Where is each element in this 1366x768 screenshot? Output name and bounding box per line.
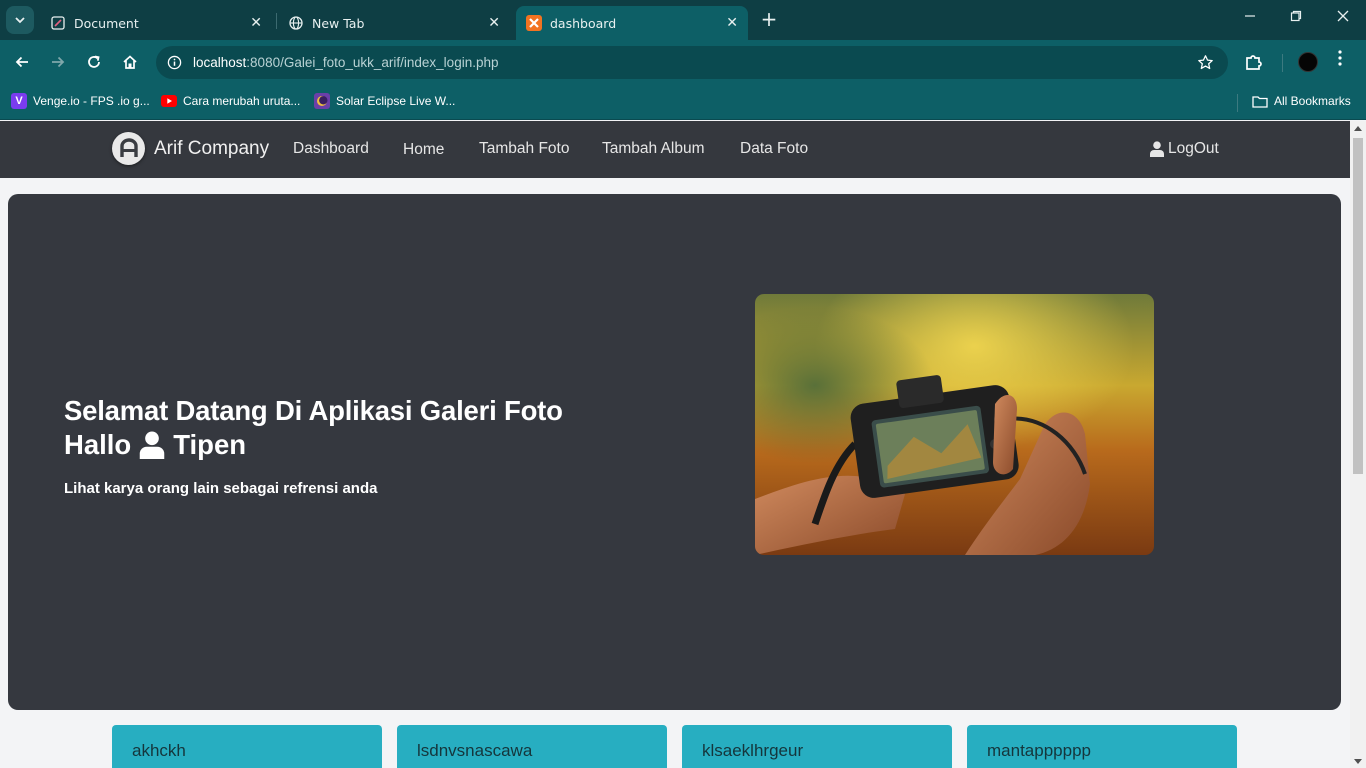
venge-icon: V bbox=[11, 93, 27, 109]
chevron-down-icon bbox=[15, 17, 25, 24]
username: Tipen bbox=[173, 429, 247, 460]
brand[interactable]: Arif Company bbox=[112, 132, 269, 165]
tab-search-button[interactable] bbox=[6, 6, 34, 34]
logout-label: LogOut bbox=[1168, 140, 1219, 157]
document-favicon-icon bbox=[50, 15, 66, 31]
user-icon bbox=[139, 431, 165, 459]
home-icon[interactable] bbox=[120, 52, 140, 72]
tab-title: Document bbox=[74, 15, 139, 31]
back-arrow-icon[interactable] bbox=[12, 52, 32, 72]
nav-link-dashboard[interactable]: Dashboard bbox=[293, 140, 369, 158]
album-title: lsdnvsnascawa bbox=[417, 741, 533, 760]
globe-icon bbox=[288, 15, 304, 31]
album-card[interactable]: klsaeklhrgeur bbox=[682, 725, 952, 768]
album-title: klsaeklhrgeur bbox=[702, 741, 804, 760]
brand-logo-icon bbox=[112, 132, 145, 165]
tab-new-tab[interactable]: New Tab ✕ bbox=[278, 6, 510, 40]
new-tab-plus-icon[interactable]: + bbox=[758, 8, 780, 30]
album-card[interactable]: mantapppppp bbox=[967, 725, 1237, 768]
nav-link-data-foto[interactable]: Data Foto bbox=[740, 140, 808, 158]
url-text: localhost:8080/Galei_foto_ukk_arif/index… bbox=[193, 55, 498, 70]
bookmarks-bar: V Venge.io - FPS .io g... Cara merubah u… bbox=[0, 85, 1366, 120]
reload-icon[interactable] bbox=[84, 52, 104, 72]
bookmark-solar-eclipse[interactable]: Solar Eclipse Live W... bbox=[314, 93, 455, 109]
extensions-puzzle-icon[interactable] bbox=[1244, 52, 1264, 76]
scroll-up-arrow-icon[interactable] bbox=[1354, 126, 1362, 131]
restore-icon[interactable] bbox=[1290, 10, 1302, 26]
hero-banner: Selamat Datang Di Aplikasi Galeri Foto H… bbox=[8, 194, 1341, 710]
all-bookmarks-label: All Bookmarks bbox=[1274, 94, 1351, 108]
album-title: mantapppppp bbox=[987, 741, 1091, 760]
nav-link-tambah-foto[interactable]: Tambah Foto bbox=[479, 140, 569, 158]
hero-subtitle: Lihat karya orang lain sebagai refrensi … bbox=[64, 480, 378, 497]
hello-text: Hallo bbox=[64, 429, 132, 460]
toolbar-divider bbox=[1282, 54, 1283, 72]
youtube-icon bbox=[161, 93, 177, 109]
scroll-down-arrow-icon[interactable] bbox=[1354, 759, 1362, 764]
bookmark-label: Venge.io - FPS .io g... bbox=[33, 94, 150, 108]
bookmark-star-icon[interactable] bbox=[1197, 54, 1214, 75]
bookmark-label: Solar Eclipse Live W... bbox=[336, 94, 456, 108]
scrollbar-thumb[interactable] bbox=[1353, 138, 1363, 474]
bookmark-youtube[interactable]: Cara merubah uruta... bbox=[161, 93, 300, 109]
bookmark-venge[interactable]: V Venge.io - FPS .io g... bbox=[11, 93, 150, 109]
hero-title: Selamat Datang Di Aplikasi Galeri Foto bbox=[64, 395, 563, 426]
tab-divider bbox=[276, 13, 277, 29]
album-card[interactable]: lsdnvsnascawa bbox=[397, 725, 667, 768]
user-icon bbox=[1150, 141, 1164, 157]
tab-document[interactable]: Document ✕ bbox=[40, 6, 272, 40]
page-viewport: Arif Company Dashboard Home Tambah Foto … bbox=[0, 121, 1350, 768]
logout-link[interactable]: LogOut bbox=[1150, 140, 1219, 158]
album-title: akhckh bbox=[132, 741, 186, 760]
address-bar[interactable]: localhost:8080/Galei_foto_ukk_arif/index… bbox=[156, 46, 1228, 79]
browser-toolbar: localhost:8080/Galei_foto_ukk_arif/index… bbox=[0, 40, 1366, 85]
camera-photo-image bbox=[755, 294, 1154, 555]
all-bookmarks[interactable]: All Bookmarks bbox=[1252, 93, 1351, 109]
nav-link-home[interactable]: Home bbox=[403, 141, 444, 159]
profile-avatar[interactable] bbox=[1298, 52, 1318, 72]
forward-arrow-icon[interactable] bbox=[48, 52, 68, 72]
site-navbar: Arif Company Dashboard Home Tambah Foto … bbox=[0, 121, 1350, 178]
more-menu-icon[interactable] bbox=[1338, 50, 1342, 66]
bookmarks-divider bbox=[1237, 94, 1238, 112]
solar-eclipse-icon bbox=[314, 93, 330, 109]
close-tab-icon[interactable]: ✕ bbox=[488, 15, 500, 31]
hero-greeting: Hallo Tipen bbox=[64, 428, 246, 462]
tab-title: New Tab bbox=[312, 15, 365, 31]
site-info-icon[interactable] bbox=[166, 55, 182, 71]
close-window-icon[interactable] bbox=[1337, 10, 1349, 26]
tab-dashboard[interactable]: dashboard ✕ bbox=[516, 6, 748, 40]
page-scrollbar[interactable] bbox=[1350, 121, 1366, 768]
browser-tab-bar: Document ✕ New Tab ✕ dashboard ✕ + bbox=[0, 0, 1366, 40]
bookmark-label: Cara merubah uruta... bbox=[183, 94, 301, 108]
nav-link-tambah-album[interactable]: Tambah Album bbox=[602, 140, 705, 158]
close-tab-icon[interactable]: ✕ bbox=[250, 15, 262, 31]
tab-title: dashboard bbox=[550, 15, 617, 31]
album-card[interactable]: akhckh bbox=[112, 725, 382, 768]
url-path: :8080/Galei_foto_ukk_arif/index_login.ph… bbox=[246, 55, 499, 70]
close-tab-icon[interactable]: ✕ bbox=[726, 15, 738, 31]
xampp-icon bbox=[526, 15, 542, 31]
url-host: localhost bbox=[193, 55, 247, 70]
brand-name: Arif Company bbox=[154, 137, 270, 159]
minimize-icon[interactable] bbox=[1244, 10, 1256, 26]
folder-icon bbox=[1252, 93, 1268, 109]
